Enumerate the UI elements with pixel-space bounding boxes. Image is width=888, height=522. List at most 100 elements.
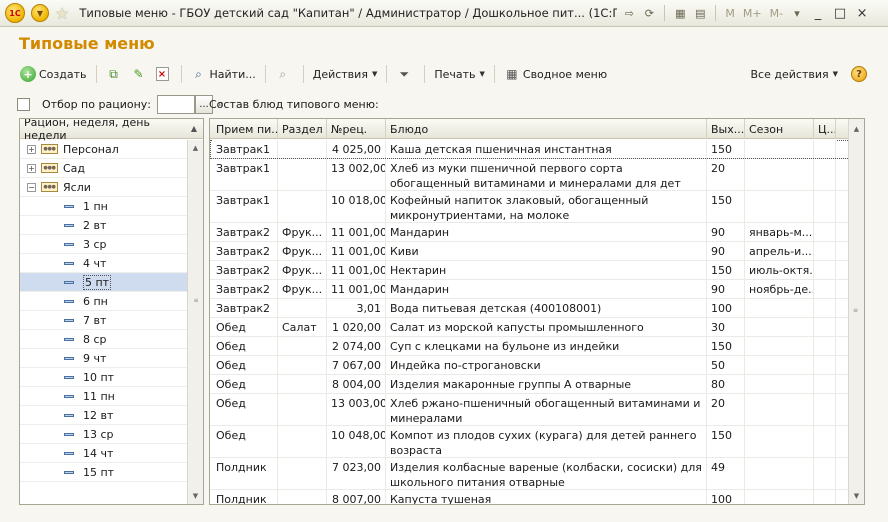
tree-day-row[interactable]: 9 чт — [20, 349, 187, 368]
cell-season — [745, 337, 814, 355]
actions-menu-button[interactable]: Действия ▼ — [310, 64, 381, 84]
tree-day-row[interactable]: 3 ср — [20, 235, 187, 254]
tree-header[interactable]: Рацион, неделя, день недели ▲ — [20, 118, 203, 142]
table-row[interactable]: Полдник 7 023,00 Изделия колбасные вареные… — [210, 458, 850, 490]
app-logo-icon[interactable]: 1С — [5, 3, 25, 23]
table-row[interactable]: Завтрак2 Фрук... 11 001,00 Мандарин 90 январь… — [210, 223, 850, 242]
ration-filter-input[interactable] — [156, 94, 195, 114]
tree-day-row[interactable]: 5 пт — [20, 273, 187, 292]
table-row[interactable]: Обед 10 048,00 Компот из плодов сухих (кур… — [210, 426, 850, 458]
table-scrollbar[interactable]: ▲ ≡ ▼ — [848, 119, 864, 504]
create-button[interactable]: + Создать — [17, 64, 90, 84]
table-row[interactable]: Обед 2 074,00 Суп с клецками на бульоне из… — [210, 337, 850, 356]
tree-day-label: 10 пт — [83, 370, 115, 384]
tree-day-row[interactable]: 14 чт — [20, 444, 187, 463]
table-row[interactable]: Обед Салат 1 020,00 Салат из морской капуст… — [210, 318, 850, 337]
calendar-icon[interactable]: ▤ — [692, 5, 708, 21]
calculator-icon[interactable]: ▦ — [672, 5, 688, 21]
table-row[interactable]: Обед 7 067,00 Индейка по-строгановски 50 — [210, 356, 850, 375]
separator — [180, 65, 182, 83]
expand-toggle-icon[interactable]: + — [27, 144, 36, 154]
move-to-icon[interactable]: ⇨ — [621, 5, 637, 21]
tree-day-row[interactable]: 11 пн — [20, 387, 187, 406]
table-row[interactable]: Обед 8 004,00 Изделия макаронные группы А … — [210, 375, 850, 394]
table-row[interactable]: Завтрак2 3,01 Вода питьевая детская (40010… — [210, 299, 850, 318]
expand-toggle-icon[interactable]: − — [27, 182, 36, 192]
cell-meal: Обед — [212, 426, 278, 457]
scroll-up-icon[interactable]: ▲ — [188, 140, 203, 156]
cell-price — [814, 223, 836, 241]
memory-button[interactable]: M — [725, 7, 735, 20]
tree-day-row[interactable]: 7 вт — [20, 311, 187, 330]
ration-tree[interactable]: Рацион, неделя, день недели ▲ + ●●● Персон… — [19, 118, 204, 505]
ration-filter-checkbox[interactable] — [17, 97, 30, 111]
tree-day-row[interactable]: 2 вт — [20, 216, 187, 235]
tree-scrollbar[interactable]: ▲ ≡ ▼ — [187, 140, 203, 504]
cell-section — [278, 191, 327, 222]
cancel-search-button[interactable]: ⌕ — [272, 64, 297, 84]
expand-toggle-icon[interactable]: + — [27, 163, 36, 173]
tree-group-row[interactable]: + ●●● Сад — [20, 159, 187, 178]
scroll-down-icon[interactable]: ▼ — [849, 488, 864, 504]
table-row[interactable]: Завтрак2 Фрук... 11 001,00 Киви 90 апрель-и..… — [210, 242, 850, 261]
column-header[interactable]: Сезон — [745, 119, 814, 139]
tree-group-row[interactable]: + ●●● Персонал — [20, 140, 187, 159]
scroll-up-icon[interactable]: ▲ — [849, 119, 864, 139]
cell-dish: Каша детская пшеничная инстантная — [386, 140, 707, 158]
table-row[interactable]: Завтрак1 4 025,00 Каша детская пшеничная и… — [210, 140, 850, 159]
find-button[interactable]: ⌕ Найти... — [188, 64, 259, 84]
toolbar: + Создать ⧉ ✎ × ⌕ Найти... ⌕ Действия ▼ … — [17, 63, 867, 85]
table-row[interactable]: Обед 13 003,00 Хлеб ржано-пшеничный обогащ… — [210, 394, 850, 426]
filter-button[interactable]: ⏷ — [393, 64, 418, 84]
favorite-star-icon[interactable]: ★ — [55, 4, 69, 23]
column-header[interactable]: Прием пи... — [212, 119, 278, 139]
close-button[interactable]: × — [853, 6, 871, 21]
tree-day-row[interactable]: 6 пн — [20, 292, 187, 311]
reload-icon[interactable]: ⟳ — [641, 5, 657, 21]
column-header[interactable]: Блюдо — [386, 119, 707, 139]
tree-group-row[interactable]: − ●●● Ясли — [20, 178, 187, 197]
tree-day-row[interactable]: 4 чт — [20, 254, 187, 273]
tree-group-label: Персонал — [63, 142, 119, 156]
column-header[interactable]: Вых... — [707, 119, 745, 139]
table-row[interactable]: Полдник 8 007,00 Капуста тушеная 100 — [210, 490, 850, 504]
summary-menu-button[interactable]: ▦ Сводное меню — [501, 64, 610, 84]
scroll-thumb[interactable]: ≡ — [192, 297, 200, 305]
memory-plus-button[interactable]: M+ — [743, 7, 762, 20]
cell-meal: Завтрак2 — [212, 299, 278, 317]
copy-button[interactable]: ⧉ — [103, 64, 128, 84]
separator — [424, 65, 426, 83]
print-menu-button[interactable]: Печать ▼ — [431, 64, 488, 84]
table-row[interactable]: Завтрак1 13 002,00 Хлеб из муки пшеничной … — [210, 159, 850, 191]
all-actions-button[interactable]: Все действия ▼ — [748, 64, 841, 84]
table-row[interactable]: Завтрак1 10 018,00 Кофейный напиток злаков… — [210, 191, 850, 223]
column-header[interactable]: Раздел — [278, 119, 327, 139]
tree-day-row[interactable]: 10 пт — [20, 368, 187, 387]
cell-season: январь-м... — [745, 223, 814, 241]
chevron-down-icon[interactable]: ▾ — [789, 5, 805, 21]
edit-button[interactable]: ✎ — [128, 64, 153, 84]
tree-day-row[interactable]: 15 пт — [20, 463, 187, 482]
column-header[interactable]: Ц... — [814, 119, 836, 139]
minimize-button[interactable]: _ — [809, 6, 827, 21]
table-row[interactable]: Завтрак2 Фрук... 11 001,00 Нектарин 150 июль-… — [210, 261, 850, 280]
cell-meal: Завтрак2 — [212, 280, 278, 298]
column-header[interactable]: №рец. — [327, 119, 386, 139]
tree-day-row[interactable]: 1 пн — [20, 197, 187, 216]
tree-day-row[interactable]: 8 ср — [20, 330, 187, 349]
tree-header-label: Рацион, неделя, день недели — [24, 118, 150, 142]
tree-day-row[interactable]: 13 ср — [20, 425, 187, 444]
maximize-button[interactable]: □ — [831, 6, 849, 21]
cell-season — [745, 191, 814, 222]
delete-button[interactable]: × — [153, 64, 175, 84]
scroll-thumb[interactable]: ≡ — [853, 307, 858, 314]
tree-day-row[interactable]: 12 вт — [20, 406, 187, 425]
menu-dropdown-icon[interactable]: ▼ — [31, 4, 49, 22]
memory-minus-button[interactable]: M- — [770, 7, 783, 20]
cell-yield: 100 — [707, 299, 745, 317]
table-row[interactable]: Завтрак2 Фрук... 11 001,00 Мандарин 90 ноябрь… — [210, 280, 850, 299]
help-icon[interactable]: ? — [851, 66, 867, 82]
dish-table[interactable]: Прием пи... Раздел №рец. Блюдо Вых... Сезон Ц.… — [209, 118, 865, 505]
cell-section — [278, 458, 327, 489]
scroll-down-icon[interactable]: ▼ — [188, 488, 203, 504]
